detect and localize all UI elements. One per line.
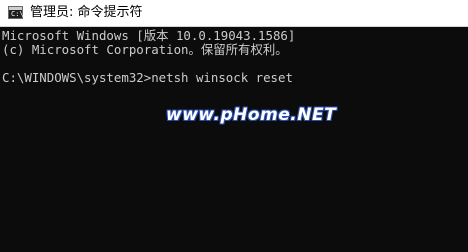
cmd-icon: C:\ [8,6,24,19]
console-line-copyright: (c) Microsoft Corporation。保留所有权利。 [2,42,288,57]
console-output[interactable]: Microsoft Windows [版本 10.0.19043.1586] (… [2,29,466,250]
console-line-version: Microsoft Windows [版本 10.0.19043.1586] [2,28,296,43]
watermark: www.pHome.NET [166,105,337,125]
window-title: 管理员: 命令提示符 [30,5,143,20]
console-line-command: C:\WINDOWS\system32>netsh winsock reset [2,70,293,85]
title-bar[interactable]: C:\ 管理员: 命令提示符 [0,0,468,27]
command-prompt-window: C:\ 管理员: 命令提示符 Microsoft Windows [版本 10.… [0,0,468,252]
